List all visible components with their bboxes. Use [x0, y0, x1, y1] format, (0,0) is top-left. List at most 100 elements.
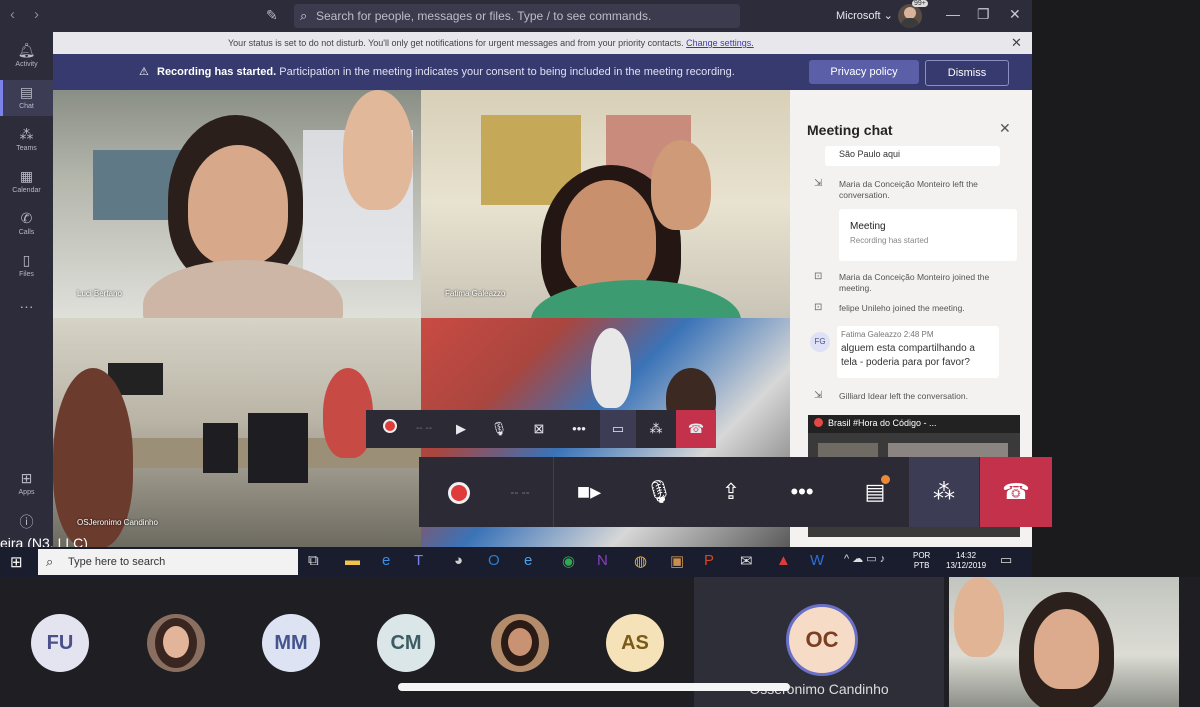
dismiss-button[interactable]: Dismiss: [925, 60, 1009, 86]
participant-avatar[interactable]: MM: [262, 614, 320, 672]
avatar[interactable]: FG: [810, 332, 830, 352]
participant-avatar[interactable]: CM: [377, 614, 435, 672]
privacy-policy-button[interactable]: Privacy policy: [809, 60, 919, 84]
edge-icon[interactable]: e: [382, 552, 390, 569]
participant-avatar[interactable]: AS: [606, 614, 664, 672]
rail-more-button[interactable]: ···: [0, 298, 53, 314]
search-icon: ⌕: [46, 554, 54, 569]
profile-avatar[interactable]: [898, 4, 922, 28]
dnd-banner: Your status is set to do not disturb. Yo…: [53, 32, 1032, 54]
mic-muted-icon[interactable]: 🎙︎: [629, 457, 689, 527]
person-face: [561, 180, 656, 295]
close-icon[interactable]: ✕: [999, 120, 1011, 137]
forward-arrow-icon[interactable]: ›: [34, 6, 39, 23]
paint-icon[interactable]: ◕: [454, 552, 463, 569]
rail-item-calendar[interactable]: ▦ Calendar: [0, 168, 53, 194]
hang-up-icon[interactable]: ☎: [980, 457, 1052, 527]
word-icon[interactable]: W: [810, 552, 824, 569]
leave-icon: ⇲: [814, 390, 823, 401]
mic-icon[interactable]: 🎙︎: [484, 410, 514, 448]
chat-event: Maria da Conceição Monteiro joined the m…: [839, 272, 990, 293]
rail-item-apps[interactable]: ⊞ Apps: [0, 470, 53, 496]
mail-icon[interactable]: ✉: [740, 552, 753, 570]
participant-avatar[interactable]: [147, 614, 205, 672]
participant-avatar[interactable]: [491, 614, 549, 672]
minimize-icon[interactable]: —: [946, 6, 960, 22]
unread-dot: [881, 475, 890, 484]
onenote-icon[interactable]: N: [597, 552, 608, 569]
meeting-card: Meeting Recording has started: [839, 209, 1017, 261]
pdf-icon[interactable]: ▲: [776, 552, 791, 569]
self-video-tile[interactable]: [949, 577, 1179, 707]
avatar: OC: [786, 604, 858, 676]
teams-app-icon[interactable]: T: [414, 552, 423, 569]
rail-item-calls[interactable]: ✆ Calls: [0, 210, 53, 236]
camera-icon[interactable]: ▶: [446, 410, 476, 448]
more-options-icon[interactable]: •••: [564, 410, 594, 448]
record-icon[interactable]: [429, 457, 489, 527]
search-box[interactable]: ⌕ Search for people, messages or files. …: [294, 4, 740, 28]
hang-up-icon[interactable]: ☎: [676, 410, 716, 448]
rail-item-help[interactable]: ⓘ: [0, 512, 53, 534]
maximize-icon[interactable]: ❐: [977, 6, 990, 23]
file-icon: ▯: [22, 252, 31, 268]
video-tile[interactable]: Luci Bertano: [53, 90, 421, 318]
more-icon: ···: [19, 298, 34, 314]
chrome-icon[interactable]: ◍: [634, 552, 647, 570]
outlook-icon[interactable]: O: [488, 552, 500, 569]
warning-icon: ⚠: [139, 66, 149, 78]
compose-icon[interactable]: ✎: [266, 7, 278, 24]
timer-placeholder: -- --: [510, 485, 530, 499]
participants-icon[interactable]: ⁂: [638, 410, 674, 448]
change-settings-link[interactable]: Change settings.: [686, 38, 754, 48]
message-meta: Fatima Galeazzo 2:48 PM: [841, 330, 934, 339]
taskbar-search[interactable]: ⌕ Type here to search: [38, 549, 298, 575]
clock[interactable]: 14:32 13/12/2019: [946, 551, 986, 571]
package-icon[interactable]: ▣: [670, 552, 684, 570]
monitor: [248, 413, 308, 483]
join-icon: ⊡: [814, 302, 823, 313]
file-explorer-icon[interactable]: ▬: [345, 552, 360, 569]
monitor: [203, 423, 238, 473]
rail-item-activity[interactable]: 🔔︎ Activity: [0, 42, 53, 68]
chat-message-text: São Paulo aqui: [839, 149, 901, 159]
chat-message-card[interactable]: Fatima Galeazzo 2:48 PM alguem esta comp…: [837, 326, 999, 378]
participant-avatar[interactable]: FU: [31, 614, 89, 672]
rail-item-chat[interactable]: ▤ Chat: [0, 84, 53, 110]
browser-icon[interactable]: ◉: [562, 552, 575, 570]
windows-start-icon[interactable]: ⊞: [10, 553, 23, 571]
record-icon[interactable]: [374, 410, 406, 448]
chat-toggle-icon[interactable]: ▭: [600, 410, 636, 448]
calendar-icon: ▦: [19, 168, 34, 184]
more-options-icon[interactable]: •••: [771, 457, 833, 527]
windows-taskbar: ⊞ ⌕ Type here to search ⧉ ▬ e T ◕ O e ◉ …: [0, 547, 1032, 577]
help-icon: ⓘ: [19, 514, 34, 530]
camera-icon[interactable]: ■▸: [559, 457, 619, 527]
close-window-icon[interactable]: ✕: [1009, 6, 1021, 23]
ie-icon[interactable]: e: [524, 552, 532, 569]
call-controls-shared: -- -- ▶ 🎙︎ ⊠ ••• ▭ ⁂ ☎: [366, 410, 716, 448]
waving-hand: [343, 90, 413, 210]
notification-center-icon[interactable]: ▭: [1000, 552, 1012, 568]
powerpoint-icon[interactable]: P: [704, 552, 714, 569]
rail-item-files[interactable]: ▯ Files: [0, 252, 53, 278]
stop-share-icon[interactable]: ⊠: [524, 410, 554, 448]
share-screen-icon[interactable]: ⇪: [701, 457, 761, 527]
task-view-icon[interactable]: ⧉: [308, 552, 319, 569]
org-switcher[interactable]: Microsoft ⌄: [836, 9, 893, 22]
recording-text: Participation in the meeting indicates y…: [279, 66, 735, 78]
participants-icon[interactable]: ⁂: [909, 457, 979, 527]
back-arrow-icon[interactable]: ‹: [10, 6, 15, 23]
raised-hand: [591, 328, 631, 408]
video-tile[interactable]: Fatima Galeazzo: [421, 90, 790, 318]
language-indicator[interactable]: POR PTB: [913, 551, 930, 571]
close-icon[interactable]: ✕: [1011, 35, 1022, 51]
rail-item-teams[interactable]: ⁂ Teams: [0, 126, 53, 152]
bell-icon: 🔔︎: [17, 42, 36, 58]
tray-icons[interactable]: ^ ☁ ▭ ♪: [844, 552, 885, 565]
waving-hand: [954, 577, 1004, 657]
chat-toggle-icon[interactable]: ▤: [845, 457, 905, 527]
timer-placeholder: -- --: [415, 423, 433, 434]
avatar-initials: MM: [274, 632, 308, 654]
clock-date: 13/12/2019: [946, 561, 987, 570]
